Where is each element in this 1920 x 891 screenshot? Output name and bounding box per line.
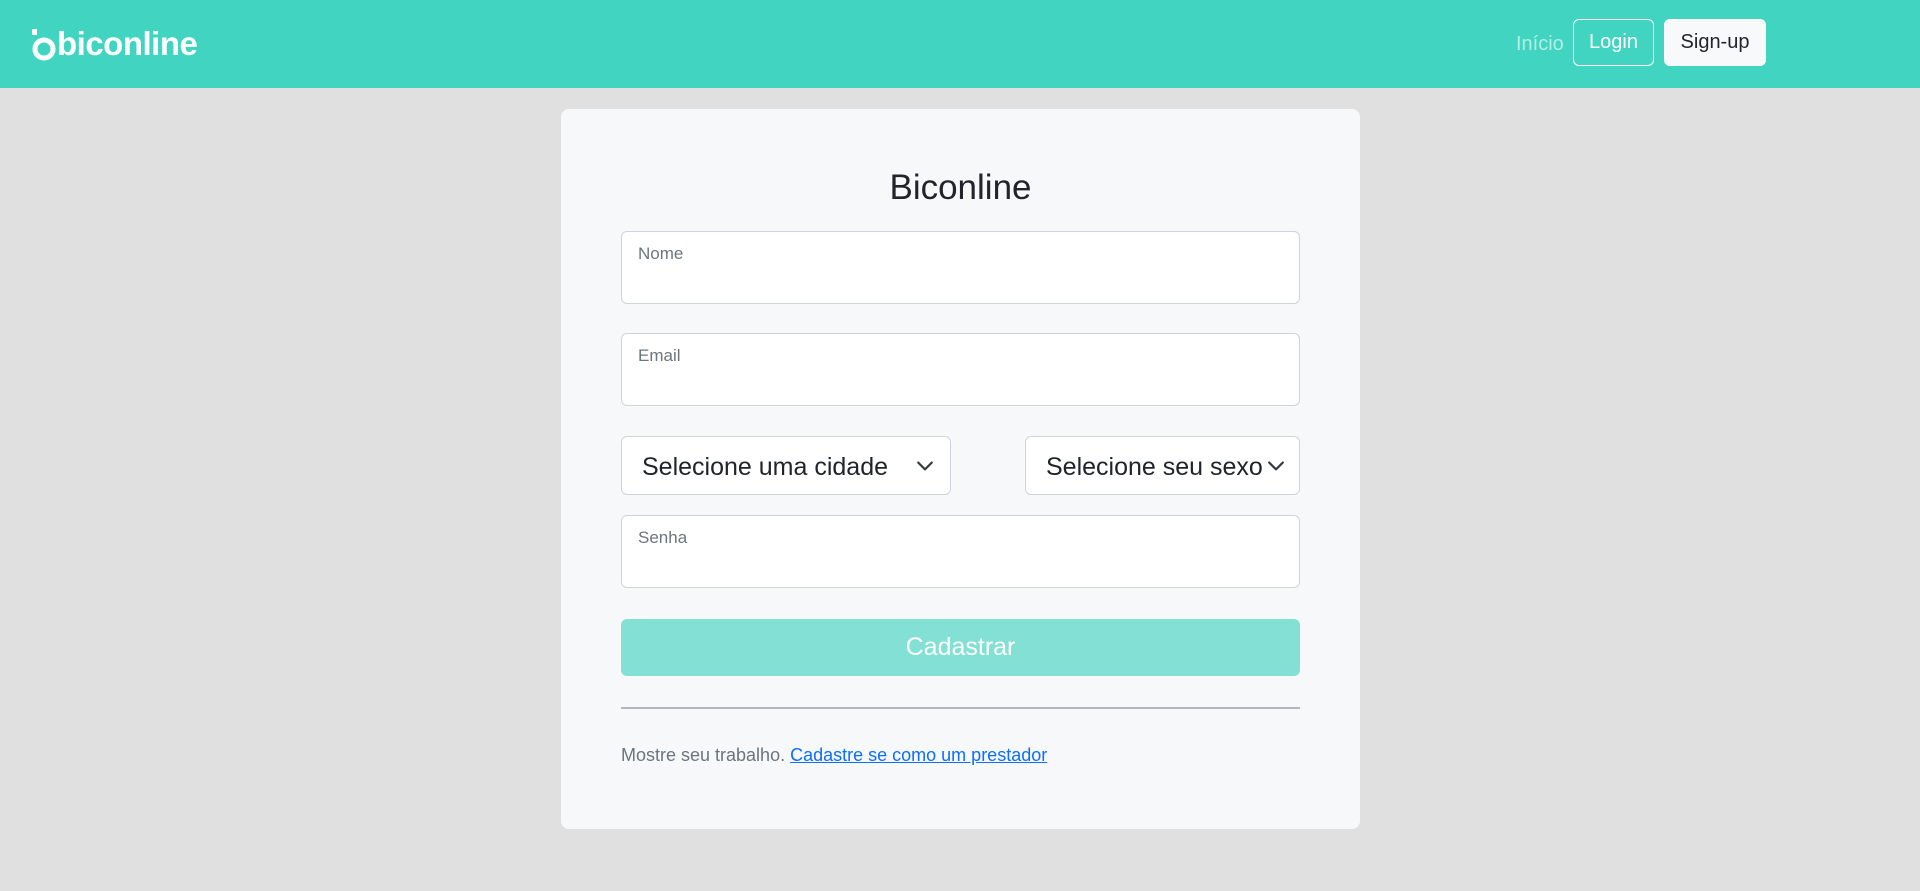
- login-button[interactable]: Login: [1573, 19, 1654, 66]
- form-title: Biconline: [889, 168, 1032, 207]
- chevron-down-icon: [917, 461, 933, 471]
- brand-logo[interactable]: biconline: [32, 25, 198, 62]
- city-select-value: Selecione uma cidade: [642, 453, 888, 481]
- name-input[interactable]: [638, 268, 1278, 296]
- password-field[interactable]: Senha: [621, 515, 1300, 588]
- password-label: Senha: [638, 528, 688, 547]
- email-input[interactable]: [638, 370, 1278, 398]
- footer-message: Mostre seu trabalho.: [621, 745, 786, 765]
- email-field[interactable]: Email: [621, 333, 1300, 406]
- password-input[interactable]: [638, 552, 1278, 580]
- name-field[interactable]: Nome: [621, 231, 1300, 304]
- provider-signup-link[interactable]: Cadastre se como um prestador: [790, 745, 1047, 765]
- gender-select[interactable]: Selecione seu sexo: [1025, 436, 1300, 495]
- email-label: Email: [638, 346, 681, 365]
- city-select[interactable]: Selecione uma cidade: [621, 436, 951, 495]
- gender-select-value: Selecione seu sexo: [1046, 453, 1263, 481]
- signup-card: Biconline Nome Email Selecione uma cidad…: [561, 109, 1360, 829]
- signup-button[interactable]: Sign-up: [1664, 19, 1766, 66]
- navbar: biconline Início Login Sign-up: [0, 0, 1920, 88]
- footer-text: Mostre seu trabalho. Cadastre se como um…: [621, 744, 1047, 766]
- name-label: Nome: [638, 244, 684, 263]
- brand-logo-icon: [32, 29, 56, 61]
- brand-name: biconline: [57, 25, 198, 62]
- submit-button[interactable]: Cadastrar: [621, 619, 1300, 676]
- divider: [621, 707, 1300, 709]
- chevron-down-icon: [1268, 461, 1284, 471]
- nav-link-home[interactable]: Início: [1516, 32, 1564, 56]
